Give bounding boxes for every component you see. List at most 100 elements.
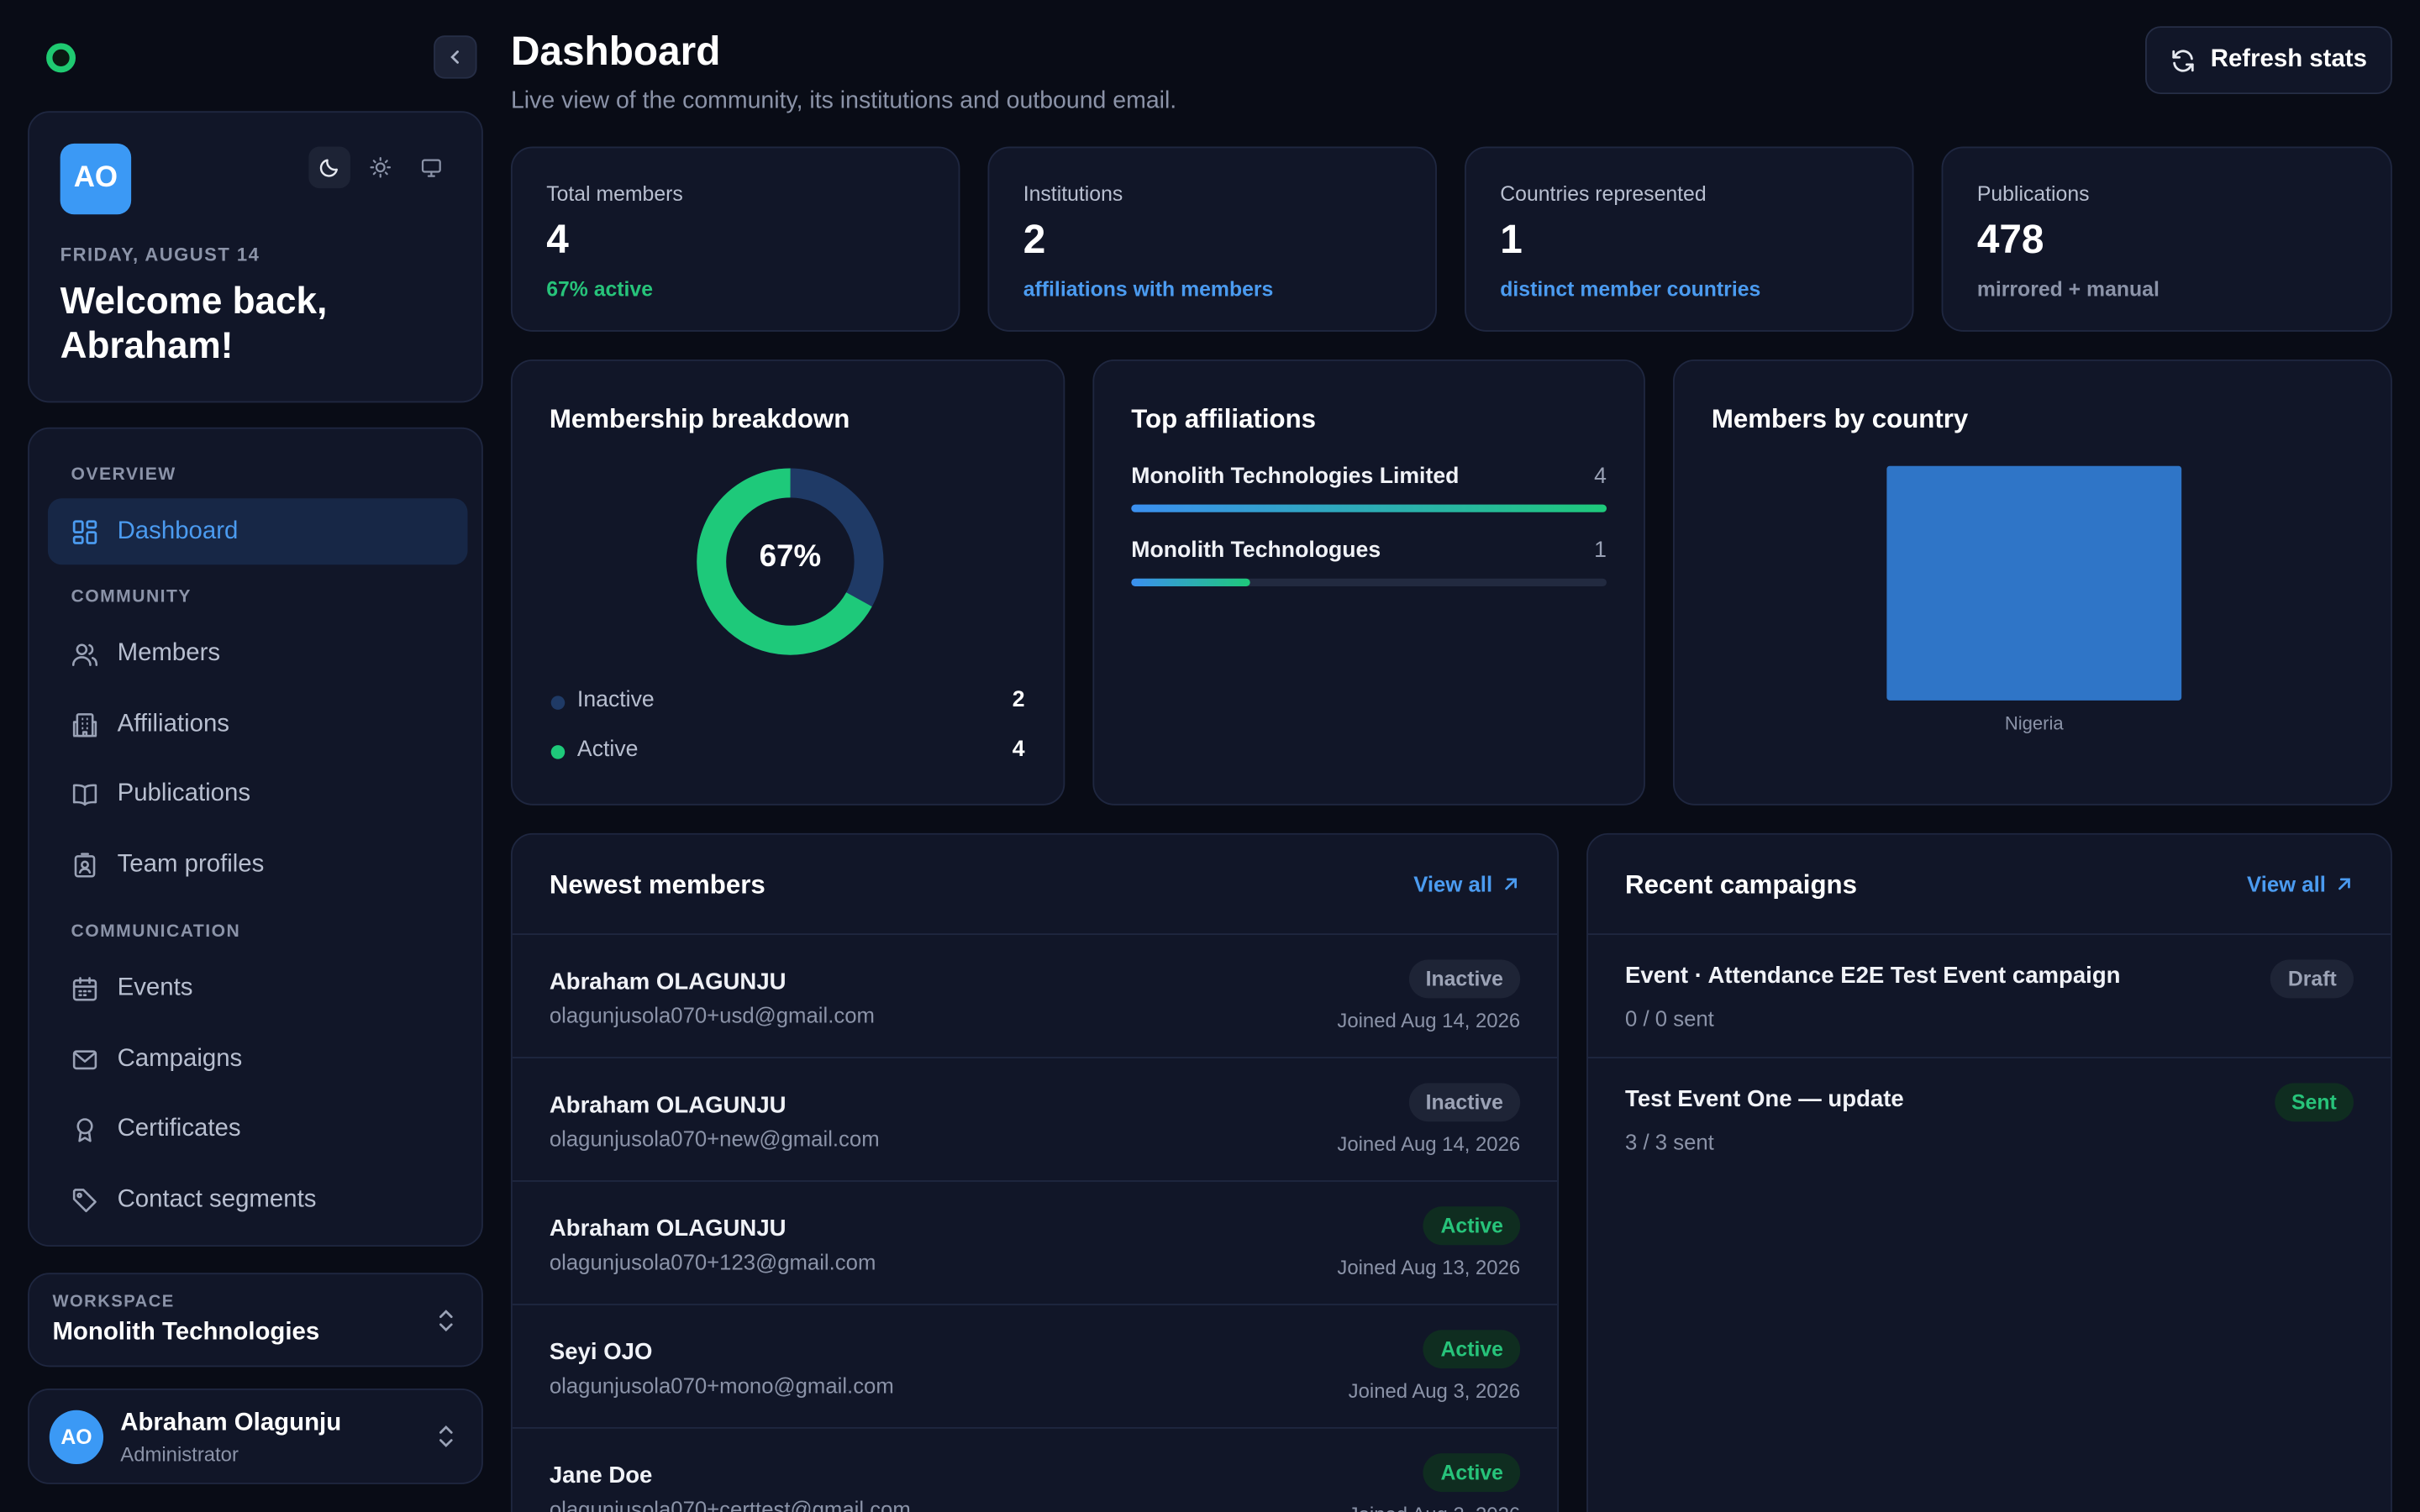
dashboard-icon [72,519,97,543]
legend-value-active: 4 [1012,737,1025,763]
affiliation-bar-fill [1131,578,1250,586]
member-row[interactable]: Seyi OJO olagunjusola070+mono@gmail.com … [512,1304,1558,1427]
sidebar-item-label: Events [117,974,193,1001]
card-title: Members by country [1711,404,1969,434]
sidebar-item-label: Publications [117,780,251,806]
sidebar-item-label: Dashboard [117,517,239,544]
book-icon [72,783,97,806]
member-email: olagunjusola070+new@gmail.com [549,1126,880,1152]
stat-card-countries: Countries represented 1 distinct member … [1465,146,1914,332]
stat-card-total-members: Total members 4 67% active [510,146,960,332]
joined-date: Joined Aug 14, 2026 [1337,1132,1521,1156]
view-all-label: View all [1413,871,1493,897]
building-icon [72,712,97,737]
campaign-name: Test Event One — update [1625,1086,1904,1113]
member-name: Jane Doe [549,1462,653,1489]
stat-label: Institutions [1023,181,1123,206]
legend-label-active: Active [576,737,639,763]
status-badge: Draft [2270,959,2354,999]
sidebar-item-label: Certificates [117,1115,241,1142]
sidebar-item-campaigns[interactable]: Campaigns [48,1026,468,1092]
nav-section-communication: COMMUNICATION [71,922,241,942]
refresh-stats-button[interactable]: Refresh stats [2145,26,2392,95]
campaign-row[interactable]: Test Event One — update 3 / 3 sent Sent [1587,1057,2391,1180]
sun-icon [370,156,392,178]
membership-breakdown-card: Membership breakdown 67% Inactive 2 Acti… [510,359,1065,806]
stat-sub: 67% active [546,277,654,302]
sidebar-item-certificates[interactable]: Certificates [48,1095,468,1162]
stat-label: Publications [1976,181,2090,206]
status-badge: Inactive [1408,1083,1521,1122]
member-row[interactable]: Abraham OLAGUNJU olagunjusola070+123@gma… [512,1180,1558,1304]
affiliation-name: Monolith Technologies Limited [1131,464,1460,490]
view-all-campaigns-link[interactable]: View all [2247,872,2354,896]
donut-center-label: 67% [759,539,822,575]
welcome-line-1: Welcome back, [60,281,328,323]
country-bar-chart: Nigeria [1886,465,2182,734]
affiliation-bar-track [1131,504,1607,512]
member-email: olagunjusola070+123@gmail.com [549,1249,876,1275]
newest-members-card: Newest members View all Abraham OLAGUNJU… [510,832,1560,1512]
member-row[interactable]: Jane Doe olagunjusola070+certtest@gmail.… [512,1426,1558,1512]
page-subtitle: Live view of the community, its institut… [510,87,1177,114]
stat-value: 1 [1500,216,1523,263]
view-all-members-link[interactable]: View all [1413,872,1520,896]
sidebar-nav: OVERVIEW Dashboard COMMUNITY Members Aff… [28,427,483,1247]
refresh-label: Refresh stats [2210,46,2367,73]
legend-value-inactive: 2 [1012,688,1025,713]
campaign-row[interactable]: Event · Attendance E2E Test Event campai… [1587,933,2391,1057]
member-row[interactable]: Abraham OLAGUNJU olagunjusola070+usd@gma… [512,933,1558,1057]
stat-sub: mirrored + manual [1976,277,2160,302]
sidebar-item-events[interactable]: Events [48,955,468,1021]
stat-sub: affiliations with members [1023,277,1274,302]
status-badge: Inactive [1408,959,1521,999]
sidebar-item-dashboard[interactable]: Dashboard [47,498,468,565]
affiliation-count: 4 [1594,464,1607,490]
sidebar-item-label: Affiliations [117,710,230,738]
user-role: Administrator [120,1442,239,1466]
id-badge-icon [74,852,96,877]
light-theme-button[interactable] [360,146,402,188]
user-avatar-small: AO [49,1410,104,1465]
member-name: Abraham OLAGUNJU [549,1215,786,1242]
sidebar-item-team-profiles[interactable]: Team profiles [48,832,468,898]
sidebar-item-label: Contact segments [117,1185,317,1212]
top-affiliations-card: Top affiliations Monolith Technologies L… [1092,359,1645,806]
stat-sub: distinct member countries [1500,277,1761,302]
member-name: Abraham OLAGUNJU [549,1092,786,1119]
user-menu[interactable]: AO Abraham Olagunju Administrator [28,1389,483,1484]
app-logo [46,43,76,73]
member-email: olagunjusola070+certtest@gmail.com [549,1496,911,1512]
chevrons-up-down-icon [439,1310,453,1332]
dark-theme-button[interactable] [308,146,350,189]
sidebar-item-contact-segments[interactable]: Contact segments [48,1167,468,1233]
system-theme-button[interactable] [411,146,453,188]
workspace-switcher[interactable]: WORKSPACE Monolith Technologies [28,1273,483,1368]
member-name: Abraham OLAGUNJU [549,969,786,995]
member-row[interactable]: Abraham OLAGUNJU olagunjusola070+new@gma… [512,1057,1558,1180]
joined-date: Joined Aug 13, 2026 [1337,1256,1521,1279]
collapse-sidebar-button[interactable] [434,35,477,79]
arrow-up-right-icon [1505,878,1518,890]
sidebar-item-affiliations[interactable]: Affiliations [48,691,468,758]
sidebar-item-members[interactable]: Members [48,620,468,686]
stat-value: 4 [546,216,569,263]
card-title: Recent campaigns [1625,869,1857,900]
sidebar-item-publications[interactable]: Publications [48,760,468,827]
joined-date: Joined Aug 3, 2026 [1349,1503,1520,1512]
member-email: olagunjusola070+mono@gmail.com [549,1373,894,1399]
chevron-left-icon [450,50,459,64]
stat-value: 478 [1976,216,2044,263]
country-tick-label: Nigeria [2005,713,2065,734]
legend-dot-inactive [550,696,566,710]
status-badge: Sent [2274,1083,2354,1122]
status-badge: Active [1423,1453,1521,1493]
users-icon [71,643,98,665]
affiliation-bar-fill [1131,504,1607,512]
nav-section-overview: OVERVIEW [71,465,176,485]
stat-value: 2 [1023,216,1046,263]
calendar-icon [72,976,97,1000]
members-by-country-card: Members by country Nigeria [1672,359,2392,806]
joined-date: Joined Aug 14, 2026 [1337,1009,1521,1032]
workspace-label: WORKSPACE [52,1293,175,1312]
